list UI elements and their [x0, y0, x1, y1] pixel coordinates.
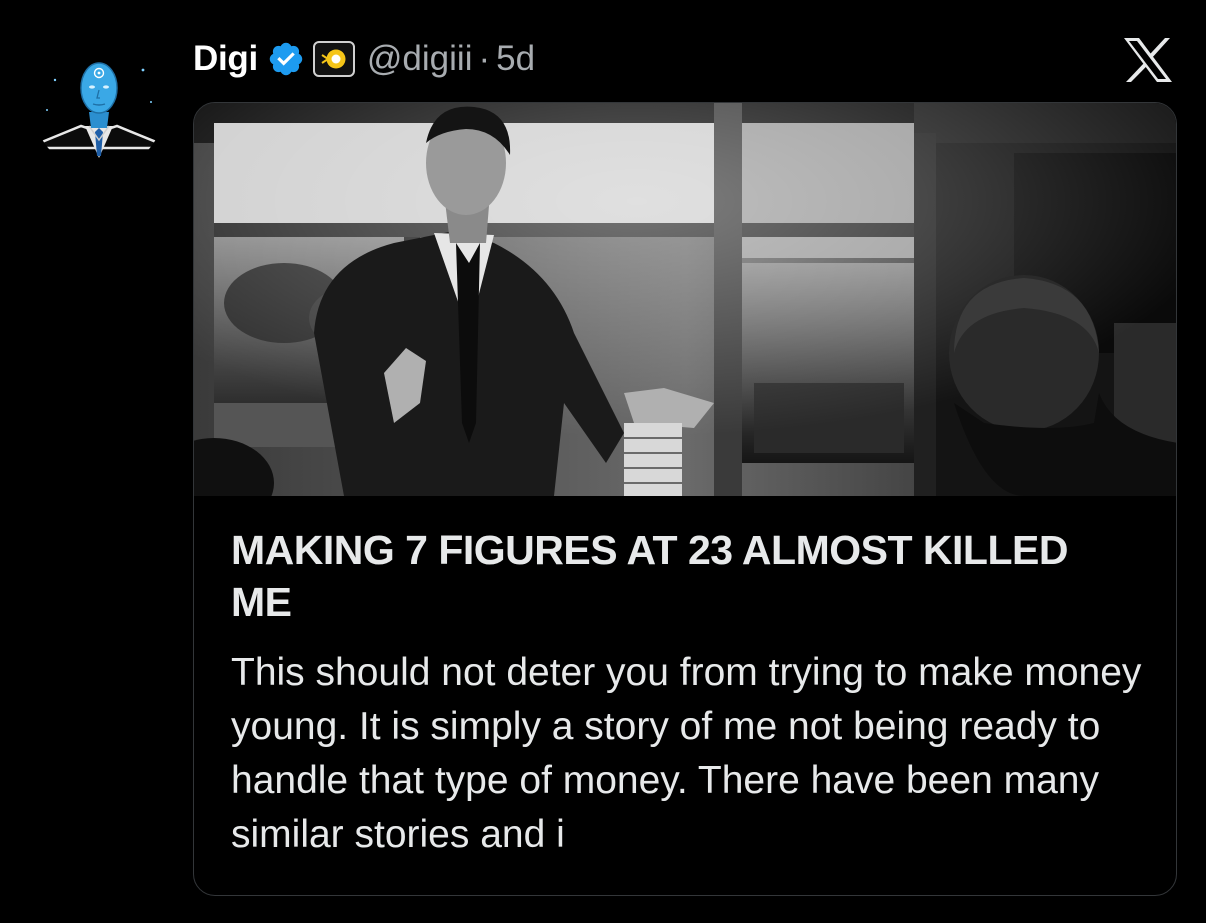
tweet-header: Digi @digiii · 5d — [193, 34, 535, 84]
affiliate-badge-icon[interactable] — [312, 41, 355, 77]
article-title[interactable]: MAKING 7 FIGURES AT 23 ALMOST KILLED ME — [231, 524, 1111, 628]
display-name[interactable]: Digi — [193, 39, 258, 79]
x-logo-icon[interactable] — [1122, 36, 1174, 84]
verified-badge-icon[interactable] — [267, 40, 305, 78]
article-description: This should not deter you from trying to… — [231, 651, 1142, 856]
handle[interactable]: @digiii — [367, 39, 473, 79]
watchman-avatar-icon — [33, 40, 165, 172]
timestamp[interactable]: 5d — [496, 39, 535, 79]
separator: · — [478, 39, 491, 78]
article-cover-image[interactable] — [194, 103, 1177, 496]
article-card[interactable]: MAKING 7 FIGURES AT 23 ALMOST KILLED ME … — [193, 102, 1177, 896]
avatar[interactable] — [33, 40, 165, 172]
